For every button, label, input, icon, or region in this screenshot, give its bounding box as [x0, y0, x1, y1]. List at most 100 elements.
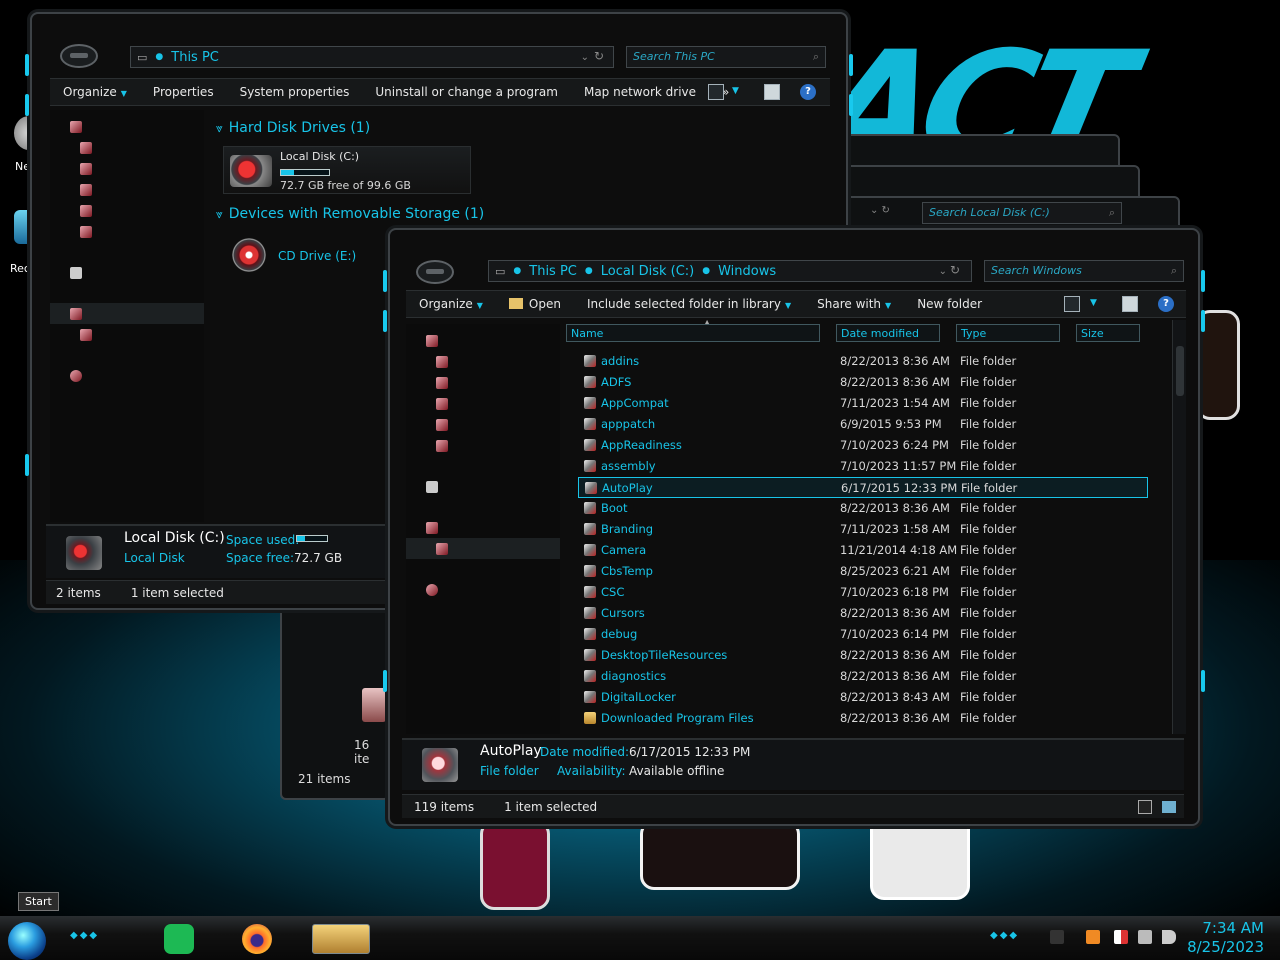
- view-dropdown-icon[interactable]: ▼: [1090, 298, 1097, 308]
- refresh-icon[interactable]: ↻: [594, 49, 604, 63]
- help-icon[interactable]: ?: [800, 84, 816, 100]
- file-row[interactable]: DesktopTileResources 8/22/2013 8:36 AM Fil…: [578, 645, 1148, 666]
- column-header-name[interactable]: Name: [566, 324, 820, 342]
- file-row[interactable]: AppReadiness 7/10/2023 6:24 PM File folder: [578, 435, 1148, 456]
- search-input[interactable]: Search Windows ⌕: [984, 260, 1184, 282]
- map-network-drive-button[interactable]: Map network drive: [571, 85, 709, 99]
- nav-item[interactable]: [406, 414, 560, 435]
- file-row[interactable]: Camera 11/21/2014 4:18 AM File folder: [578, 540, 1148, 561]
- group-header-removable[interactable]: ⩔ Devices with Removable Storage (1): [216, 206, 484, 222]
- file-row[interactable]: Boot 8/22/2013 8:36 AM File folder: [578, 498, 1148, 519]
- system-properties-button[interactable]: System properties: [227, 85, 363, 99]
- nav-item[interactable]: [50, 137, 204, 158]
- breadcrumb-this-pc[interactable]: This PC: [171, 50, 219, 65]
- file-row[interactable]: apppatch 6/9/2015 9:53 PM File folder: [578, 414, 1148, 435]
- nav-item[interactable]: [406, 517, 560, 538]
- nav-item[interactable]: [50, 262, 204, 283]
- nav-item[interactable]: [50, 324, 204, 345]
- column-header-type[interactable]: Type: [956, 324, 1060, 342]
- nav-item[interactable]: [406, 435, 560, 456]
- organize-button[interactable]: Organize ▼: [50, 85, 140, 99]
- file-explorer-taskbar-icon[interactable]: [312, 924, 370, 954]
- file-row[interactable]: ADFS 8/22/2013 8:36 AM File folder: [578, 372, 1148, 393]
- network-status-icon[interactable]: [1138, 930, 1152, 944]
- nav-item[interactable]: [406, 393, 560, 414]
- details-type: File folder: [480, 764, 539, 778]
- column-header-size[interactable]: Size: [1076, 324, 1140, 342]
- file-row[interactable]: CbsTemp 8/25/2023 6:21 AM File folder: [578, 561, 1148, 582]
- file-row[interactable]: Cursors 8/22/2013 8:36 AM File folder: [578, 603, 1148, 624]
- file-row[interactable]: diagnostics 8/22/2013 8:36 AM File folder: [578, 666, 1148, 687]
- nav-item[interactable]: [50, 221, 204, 242]
- nav-item-local-disk[interactable]: [406, 538, 560, 559]
- file-name: CbsTemp: [601, 564, 653, 578]
- nav-item[interactable]: [406, 372, 560, 393]
- group-header-hard-disk[interactable]: ⩔ Hard Disk Drives (1): [216, 120, 370, 136]
- refresh-icon[interactable]: ↻: [950, 263, 960, 277]
- breadcrumb-this-pc[interactable]: This PC: [529, 264, 577, 279]
- app-tray-icon[interactable]: [1086, 930, 1100, 944]
- nav-item[interactable]: [50, 179, 204, 200]
- nav-item[interactable]: [406, 351, 560, 372]
- nav-item[interactable]: [50, 158, 204, 179]
- nav-item[interactable]: [50, 116, 204, 137]
- file-row[interactable]: AutoPlay 6/17/2015 12:33 PM File folder: [578, 477, 1148, 498]
- address-bar[interactable]: ▭ ● This PC ● Local Disk (C:) ● Windows …: [488, 260, 972, 282]
- preview-pane-icon[interactable]: [1122, 296, 1138, 312]
- file-row[interactable]: DigitalLocker 8/22/2013 8:43 AM File folde…: [578, 687, 1148, 708]
- include-in-library-button[interactable]: Include selected folder in library ▼: [574, 297, 804, 311]
- nav-item[interactable]: [50, 365, 204, 386]
- file-date-modified: 8/22/2013 8:36 AM: [840, 606, 950, 620]
- view-options-icon[interactable]: [1064, 296, 1080, 312]
- background-window-4[interactable]: 21 items 16 ite: [280, 600, 390, 800]
- file-row[interactable]: debug 7/10/2023 6:14 PM File folder: [578, 624, 1148, 645]
- show-hidden-icons-icon[interactable]: [1050, 930, 1064, 944]
- vertical-scrollbar[interactable]: [1172, 320, 1186, 734]
- view-dropdown-icon[interactable]: ▼: [732, 86, 739, 96]
- file-row[interactable]: addins 8/22/2013 8:36 AM File folder: [578, 351, 1148, 372]
- tiles-view-icon[interactable]: [1162, 800, 1176, 813]
- nav-item[interactable]: [406, 330, 560, 351]
- file-date-modified: 8/22/2013 8:36 AM: [840, 354, 950, 368]
- share-with-button[interactable]: Share with ▼: [804, 297, 904, 311]
- search-input[interactable]: Search This PC ⌕: [626, 46, 826, 68]
- action-center-flag-icon[interactable]: [1114, 930, 1128, 944]
- file-row[interactable]: Downloaded Program Files 8/22/2013 8:36 A…: [578, 708, 1148, 729]
- cd-drive-icon[interactable]: [232, 238, 266, 272]
- nav-item[interactable]: [50, 200, 204, 221]
- new-folder-button[interactable]: New folder: [904, 297, 995, 311]
- help-icon[interactable]: ?: [1158, 296, 1174, 312]
- chevron-down-icon[interactable]: ⌄ ↻: [870, 205, 890, 216]
- cd-drive-label[interactable]: CD Drive (E:): [278, 249, 356, 263]
- spotify-icon[interactable]: [164, 924, 194, 954]
- firefox-icon[interactable]: [242, 924, 272, 954]
- uninstall-program-button[interactable]: Uninstall or change a program: [362, 85, 571, 99]
- background-search-input[interactable]: Search Local Disk (C:) ⌕: [922, 202, 1122, 224]
- file-date-modified: 8/22/2013 8:36 AM: [840, 375, 950, 389]
- nav-item-this-pc[interactable]: [50, 303, 204, 324]
- breadcrumb-windows[interactable]: Windows: [718, 264, 776, 279]
- file-name: AppCompat: [601, 396, 669, 410]
- properties-button[interactable]: Properties: [140, 85, 227, 99]
- drive-tile-local-disk[interactable]: Local Disk (C:) 72.7 GB free of 99.6 GB: [223, 146, 471, 194]
- scrollbar-thumb[interactable]: [1176, 346, 1184, 396]
- address-bar[interactable]: ▭ ● This PC ⌄: [130, 46, 614, 68]
- organize-button[interactable]: Organize ▼: [406, 297, 496, 311]
- view-options-icon[interactable]: [708, 84, 724, 100]
- nav-item[interactable]: [406, 579, 560, 600]
- volume-icon[interactable]: [1162, 930, 1176, 944]
- window-emblem-icon[interactable]: [60, 44, 98, 68]
- column-header-date[interactable]: Date modified: [836, 324, 940, 342]
- file-row[interactable]: Branding 7/11/2023 1:58 AM File folder: [578, 519, 1148, 540]
- breadcrumb-local-disk[interactable]: Local Disk (C:): [601, 264, 694, 279]
- nav-item[interactable]: [406, 476, 560, 497]
- window-emblem-icon[interactable]: [416, 260, 454, 284]
- file-row[interactable]: AppCompat 7/11/2023 1:54 AM File folder: [578, 393, 1148, 414]
- preview-pane-icon[interactable]: [764, 84, 780, 100]
- taskbar-clock[interactable]: 7:34 AM 8/25/2023: [1187, 919, 1264, 957]
- file-row[interactable]: CSC 7/10/2023 6:18 PM File folder: [578, 582, 1148, 603]
- details-view-icon[interactable]: [1138, 799, 1152, 814]
- start-button[interactable]: [8, 922, 46, 960]
- file-row[interactable]: assembly 7/10/2023 11:57 PM File folder: [578, 456, 1148, 477]
- open-button[interactable]: Open: [496, 297, 574, 311]
